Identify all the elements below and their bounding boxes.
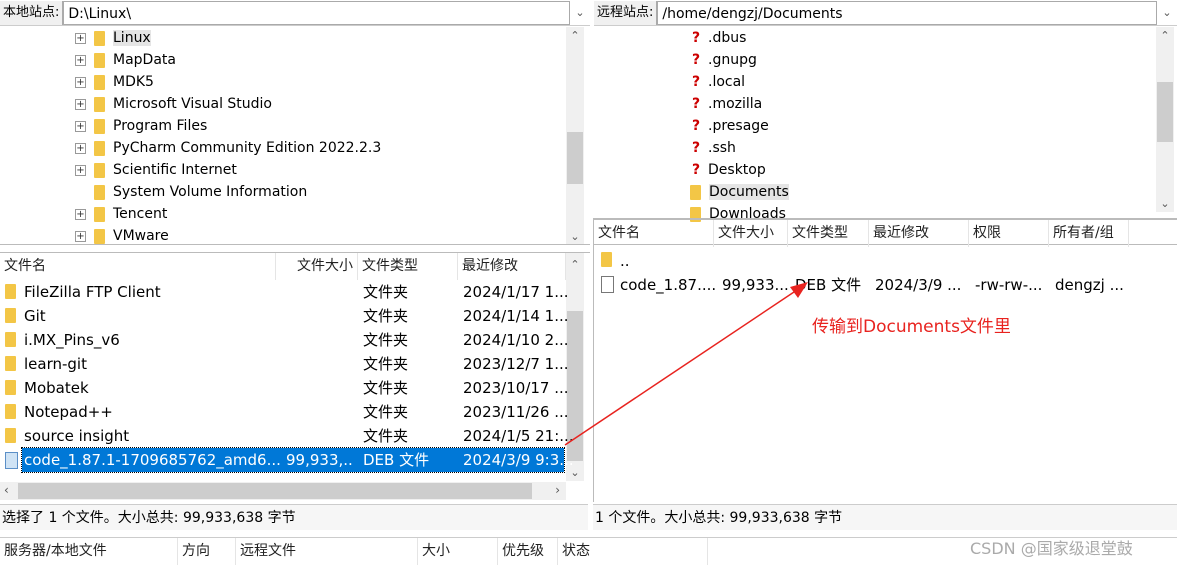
- watermark: CSDN @国家级退堂鼓: [970, 539, 1133, 558]
- arrow-line: [564, 287, 801, 446]
- annotation-text: 传输到Documents文件里: [812, 317, 1011, 337]
- arrow-head: [790, 282, 808, 298]
- annotation-arrow: [564, 282, 808, 446]
